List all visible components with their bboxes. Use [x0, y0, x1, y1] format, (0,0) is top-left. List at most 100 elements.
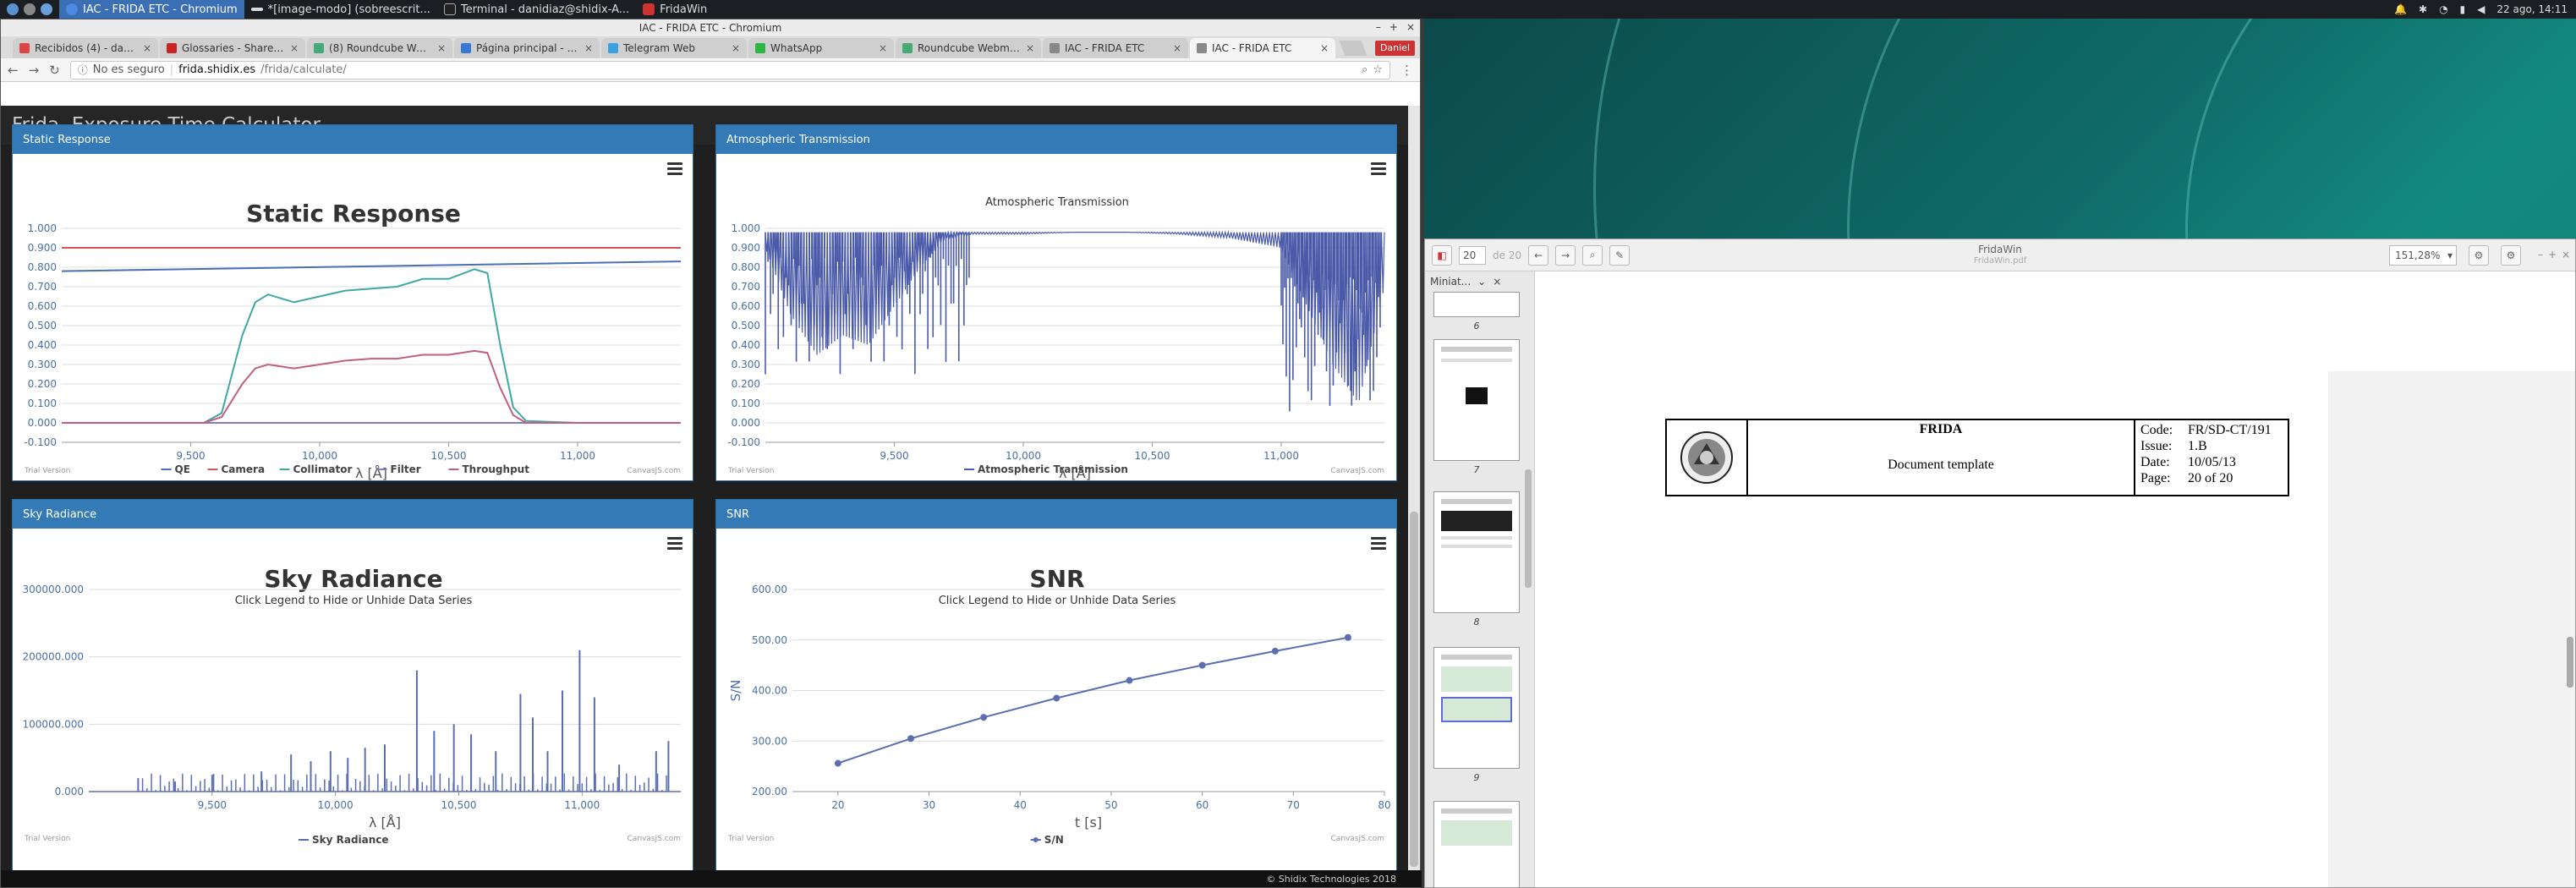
sky-radiance-chart: Sky Radiance Click Legend to Hide or Unhi… — [22, 565, 681, 846]
y-tick-label: 0.400 — [28, 339, 57, 351]
doc-name: FRIDA — [1919, 422, 1963, 436]
bluetooth-icon[interactable]: ✱ — [2419, 3, 2427, 15]
battery-icon[interactable]: ▮ — [2460, 3, 2466, 15]
close-icon[interactable]: × — [2562, 249, 2570, 260]
favicon-icon — [314, 43, 324, 53]
minimize-icon[interactable]: – — [2538, 249, 2543, 260]
browser-tab[interactable]: WhatsApp × — [748, 38, 894, 58]
browser-tab[interactable]: (8) Roundcube Web... × — [307, 38, 452, 58]
series-line — [61, 260, 682, 272]
bookmark-star-icon[interactable]: ☆ — [1373, 63, 1383, 76]
chart-menu-icon[interactable] — [667, 162, 682, 175]
page-thumbnail[interactable] — [1433, 801, 1520, 887]
browser-tab[interactable]: Telegram Web × — [601, 38, 747, 58]
browser-tab[interactable]: Roundcube Webmail... × — [896, 38, 1041, 58]
browser-tab[interactable]: Recibidos (4) - danidi...× — [13, 38, 158, 58]
search-icon[interactable]: ⌕ — [1362, 63, 1367, 76]
chart-menu-icon[interactable] — [667, 537, 682, 550]
next-page-icon[interactable]: → — [1555, 244, 1576, 266]
panel-heading: Atmospheric Transmission — [716, 125, 1396, 154]
back-icon[interactable]: ← — [8, 63, 19, 78]
browser-menu-icon[interactable]: ⋮ — [1400, 63, 1413, 78]
find-icon[interactable]: ⌕ — [1582, 244, 1603, 266]
data-point — [907, 735, 914, 743]
forward-icon[interactable]: → — [29, 63, 40, 78]
settings-icon[interactable]: ⚙ — [2469, 245, 2489, 266]
doc-issue: 1.B — [2188, 439, 2207, 453]
favicon-icon — [1197, 43, 1207, 53]
document-header-table: FRIDA Document template Code: FR/SD-CT/19… — [1665, 419, 2289, 496]
sidebar-toggle-icon[interactable]: ◧ — [1432, 244, 1452, 266]
close-icon[interactable]: × — [1406, 21, 1415, 33]
close-icon[interactable]: × — [1493, 276, 1501, 288]
y-tick-label: 1.000 — [732, 222, 760, 234]
close-tab-icon[interactable]: × — [143, 42, 151, 54]
page-number-input[interactable]: 20 — [1459, 245, 1486, 265]
close-tab-icon[interactable]: × — [1026, 42, 1034, 54]
data-point — [1344, 633, 1351, 641]
sidebar-scrollbar[interactable] — [1525, 469, 1532, 588]
favicon-icon — [1050, 43, 1060, 53]
close-tab-icon[interactable]: × — [879, 42, 887, 54]
annotate-icon[interactable]: ✎ — [1609, 244, 1631, 266]
url-input[interactable]: ⓘ No es seguro | frida.shidix.es/frida/c… — [69, 60, 1390, 79]
app-menu-icon[interactable] — [0, 0, 59, 19]
zoom-select[interactable]: 151,28% ▾ — [2389, 245, 2457, 266]
favicon-icon — [755, 43, 765, 53]
taskbar-item-terminal[interactable]: Terminal - danidiaz@shidix-A... — [437, 0, 636, 19]
favicon-icon — [167, 43, 177, 53]
close-tab-icon[interactable]: × — [1320, 42, 1329, 54]
y-tick-label: 0.300 — [732, 359, 760, 370]
chart-menu-icon[interactable] — [1371, 537, 1386, 550]
y-tick-label: 0.500 — [732, 320, 760, 332]
page-thumbnail[interactable] — [1433, 292, 1520, 317]
chart-menu-icon[interactable] — [1371, 162, 1386, 175]
page-thumbnail[interactable] — [1433, 647, 1520, 769]
chevron-down-icon[interactable]: ⌄ — [1477, 276, 1486, 288]
close-tab-icon[interactable]: × — [437, 42, 446, 54]
chart-subtitle: Click Legend to Hide or Unhide Data Seri… — [235, 595, 473, 607]
reload-icon[interactable]: ↻ — [49, 63, 60, 78]
y-tick-label: 0.700 — [28, 281, 57, 293]
taskbar-item-chromium[interactable]: IAC - FRIDA ETC - Chromium — [59, 0, 244, 19]
legend-label: Collimator — [293, 463, 353, 475]
sidebar-mode-select[interactable]: Miniat... — [1430, 276, 1471, 288]
close-tab-icon[interactable]: × — [584, 42, 593, 54]
clock[interactable]: 22 ago, 14:11 — [2497, 3, 2568, 15]
bell-icon[interactable]: 🔔 — [2394, 3, 2407, 15]
close-tab-icon[interactable]: × — [290, 42, 299, 54]
y-tick-label: 0.000 — [28, 417, 57, 429]
close-tab-icon[interactable]: × — [732, 42, 740, 54]
panel-sky-radiance: Sky Radiance Sky Radiance Click Legend to… — [12, 499, 693, 887]
prev-page-icon[interactable]: ← — [1528, 244, 1549, 266]
browser-tab[interactable]: IAC - FRIDA ETC × — [1190, 38, 1335, 58]
y-tick-label: 0.900 — [732, 242, 760, 254]
page-thumbnail[interactable] — [1433, 339, 1520, 461]
browser-tab[interactable]: IAC - FRIDA ETC × — [1043, 38, 1188, 58]
x-axis-label: λ [Å] — [355, 465, 387, 480]
close-tab-icon[interactable]: × — [1173, 42, 1181, 54]
maximize-icon[interactable]: + — [2548, 249, 2557, 260]
series-line — [62, 268, 681, 424]
info-icon[interactable]: ⓘ — [78, 63, 88, 77]
x-tick-label: 10,000 — [1006, 450, 1041, 462]
chromium-icon — [66, 3, 78, 15]
taskbar-item-fridawin[interactable]: FridaWin — [636, 0, 714, 19]
x-axis-label: t [s] — [1075, 814, 1102, 830]
page-thumbnail[interactable] — [1433, 491, 1520, 613]
maximize-icon[interactable]: + — [1389, 21, 1398, 33]
browser-tab[interactable]: Glossaries - Shared... × — [160, 38, 305, 58]
browser-tab[interactable]: Página principal - D... × — [454, 38, 600, 58]
volume-icon[interactable]: ◀ — [2477, 3, 2485, 15]
new-tab-button[interactable] — [1339, 41, 1367, 56]
gear-icon[interactable]: ⚙ — [2501, 245, 2521, 266]
pdf-scrollbar[interactable] — [2567, 637, 2573, 688]
profile-chip[interactable]: Daniel — [1374, 41, 1415, 56]
scrollbar-thumb[interactable] — [1410, 512, 1418, 867]
minimize-icon[interactable]: – — [1376, 21, 1381, 33]
page-scrollbar[interactable] — [1408, 106, 1420, 887]
taskbar-item-image[interactable]: *[image-modo] (sobreescrit... — [244, 0, 437, 19]
y-tick-label: 300.00 — [752, 735, 787, 747]
favicon-icon — [608, 43, 618, 53]
wifi-icon[interactable]: ◔ — [2439, 3, 2447, 15]
